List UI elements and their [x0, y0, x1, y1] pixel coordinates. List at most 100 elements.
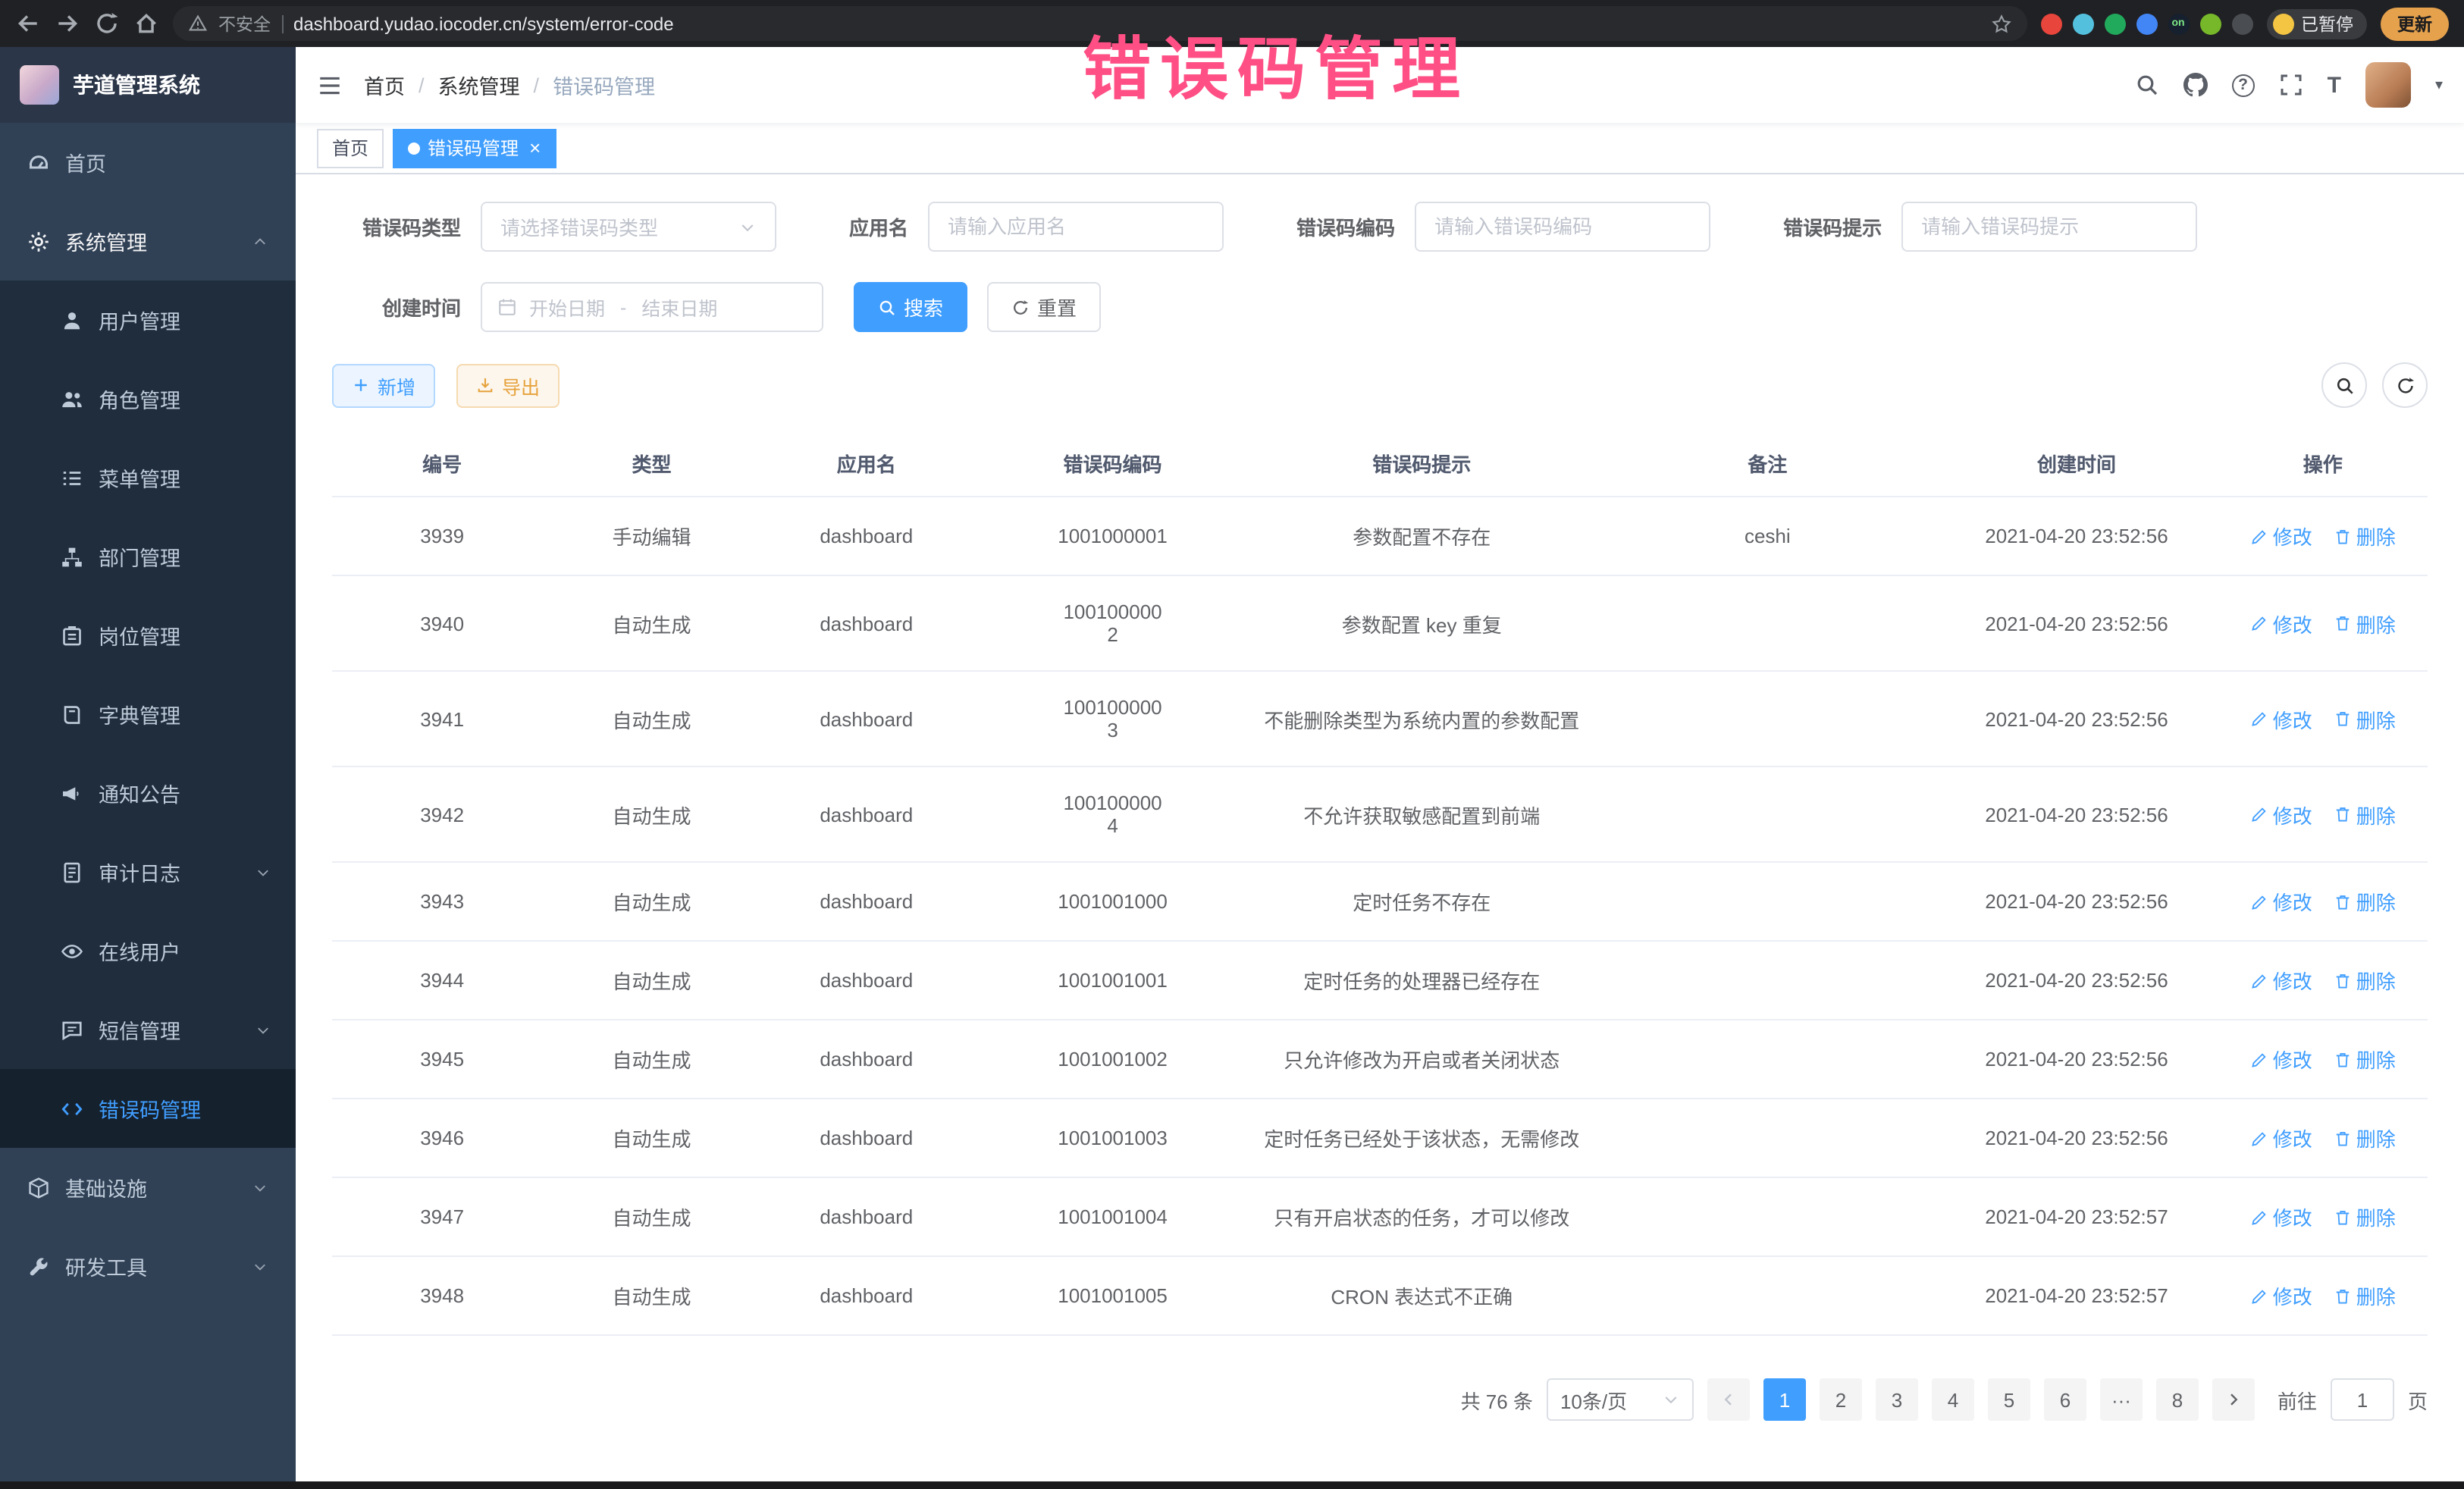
edit-link[interactable]: 修改	[2250, 704, 2312, 733]
delete-link[interactable]: 删除	[2334, 1281, 2396, 1310]
delete-link[interactable]: 删除	[2334, 1202, 2396, 1231]
logo-avatar	[20, 65, 59, 105]
sidebar-item[interactable]: 错误码管理	[0, 1069, 296, 1148]
sidebar-item[interactable]: 部门管理	[0, 517, 296, 596]
overlay-title: 错误码管理	[1083, 14, 1469, 112]
error-hint-input[interactable]	[1901, 202, 2197, 252]
edit-link[interactable]: 修改	[2250, 1045, 2312, 1074]
delete-link[interactable]: 删除	[2334, 887, 2396, 916]
reset-button[interactable]: 重置	[987, 282, 1101, 332]
search-button[interactable]: 搜索	[854, 282, 967, 332]
delete-link[interactable]: 删除	[2334, 609, 2396, 638]
breadcrumb-item[interactable]: 系统管理	[438, 70, 520, 100]
profile-chip[interactable]: 已暂停	[2266, 8, 2367, 39]
delete-link[interactable]: 删除	[2334, 522, 2396, 550]
tab-close-icon[interactable]: ×	[529, 138, 541, 158]
sidebar-item[interactable]: 基础设施	[0, 1148, 296, 1227]
extension-dark-on-icon[interactable]: on	[2168, 13, 2189, 34]
sidebar-item[interactable]: 菜单管理	[0, 438, 296, 517]
goto-page-input[interactable]	[2331, 1378, 2394, 1421]
sidebar-item[interactable]: 字典管理	[0, 675, 296, 754]
sidebar-item[interactable]: 在线用户	[0, 911, 296, 990]
edit-link[interactable]: 修改	[2250, 887, 2312, 916]
pager-page-button[interactable]: 4	[1932, 1378, 1974, 1421]
delete-label: 删除	[2356, 887, 2396, 916]
app-name-input[interactable]	[928, 202, 1224, 252]
search-icon[interactable]	[2135, 73, 2159, 97]
sidebar-item[interactable]: 系统管理	[0, 202, 296, 281]
sidebar-item[interactable]: 研发工具	[0, 1227, 296, 1306]
pager-prev-button[interactable]	[1707, 1378, 1750, 1421]
cell-hint: 定时任务的处理器已经存在	[1243, 941, 1600, 1020]
browser-update-button[interactable]: 更新	[2381, 7, 2449, 40]
delete-link[interactable]: 删除	[2334, 966, 2396, 995]
screen: 不安全 dashboard.yudao.iocoder.cn/system/er…	[0, 0, 2464, 1489]
delete-link[interactable]: 删除	[2334, 1045, 2396, 1074]
sidebar-item[interactable]: 短信管理	[0, 990, 296, 1069]
sidebar-item[interactable]: 首页	[0, 123, 296, 202]
refresh-table-button[interactable]	[2382, 362, 2428, 408]
extension-teal-icon[interactable]	[2072, 13, 2093, 34]
export-button-label: 导出	[502, 371, 540, 400]
sidebar-item[interactable]: 岗位管理	[0, 596, 296, 675]
user-avatar[interactable]	[2365, 62, 2411, 108]
pager-page-button[interactable]: 6	[2044, 1378, 2086, 1421]
tab-item[interactable]: 错误码管理×	[393, 128, 556, 168]
pager-page-button[interactable]: 8	[2156, 1378, 2199, 1421]
edit-link[interactable]: 修改	[2250, 1281, 2312, 1310]
github-icon[interactable]	[2183, 73, 2208, 97]
sidebar-item[interactable]: 角色管理	[0, 359, 296, 438]
sidebar-item-label: 菜单管理	[99, 462, 180, 493]
filter-label-code: 错误码编码	[1296, 212, 1395, 241]
pager-page-button[interactable]: 2	[1820, 1378, 1862, 1421]
home-icon[interactable]	[133, 11, 159, 36]
warning-icon	[188, 14, 208, 33]
error-code-input[interactable]	[1415, 202, 1710, 252]
edit-link[interactable]: 修改	[2250, 800, 2312, 829]
extension-red-icon[interactable]	[2040, 13, 2061, 34]
pager-next-button[interactable]	[2212, 1378, 2255, 1421]
sidebar-item[interactable]: 用户管理	[0, 281, 296, 359]
help-icon[interactable]: ?	[2232, 74, 2255, 96]
delete-link[interactable]: 删除	[2334, 704, 2396, 733]
breadcrumb-item[interactable]: 首页	[364, 70, 405, 100]
sidebar-item[interactable]: 通知公告	[0, 754, 296, 832]
error-type-select[interactable]: 请选择错误码类型	[481, 202, 776, 252]
delete-link[interactable]: 删除	[2334, 1124, 2396, 1152]
edit-link[interactable]: 修改	[2250, 1124, 2312, 1152]
sidebar-item[interactable]: 审计日志	[0, 832, 296, 911]
pager-page-button[interactable]: 5	[1988, 1378, 2030, 1421]
font-size-icon[interactable]: T	[2328, 73, 2341, 97]
caret-down-icon[interactable]: ▾	[2435, 77, 2443, 93]
cell-code: 100100000 4	[982, 766, 1244, 862]
edit-link[interactable]: 修改	[2250, 522, 2312, 550]
pager-page-button[interactable]: 3	[1876, 1378, 1918, 1421]
megaphone-icon	[61, 782, 83, 804]
date-range-picker[interactable]: 开始日期 - 结束日期	[481, 282, 823, 332]
logo[interactable]: 芋道管理系统	[0, 47, 296, 123]
edit-link[interactable]: 修改	[2250, 966, 2312, 995]
pager-more-button[interactable]: ···	[2100, 1378, 2143, 1421]
add-button-label: 新增	[378, 371, 415, 400]
forward-icon[interactable]	[55, 11, 80, 36]
cell-id: 3944	[332, 941, 552, 1020]
extension-puzzle-icon[interactable]	[2231, 13, 2252, 34]
star-icon[interactable]	[1990, 13, 2011, 34]
page-size-select[interactable]: 10条/页	[1547, 1378, 1694, 1421]
delete-link[interactable]: 删除	[2334, 800, 2396, 829]
pager-page-button[interactable]: 1	[1763, 1378, 1806, 1421]
extension-green-icon[interactable]	[2104, 13, 2125, 34]
tab-item[interactable]: 首页	[317, 128, 384, 168]
hamburger-icon[interactable]	[317, 72, 343, 98]
extension-leaf-icon[interactable]	[2199, 13, 2221, 34]
edit-link[interactable]: 修改	[2250, 1202, 2312, 1231]
add-button[interactable]: 新增	[332, 363, 435, 407]
export-button[interactable]: 导出	[456, 363, 560, 407]
back-icon[interactable]	[15, 11, 41, 36]
extension-blue-grid-icon[interactable]	[2136, 13, 2157, 34]
edit-link[interactable]: 修改	[2250, 609, 2312, 638]
fullscreen-icon[interactable]	[2279, 73, 2303, 97]
toggle-search-button[interactable]	[2321, 362, 2367, 408]
toolbar: 新增 导出	[332, 362, 2428, 408]
reload-icon[interactable]	[94, 11, 120, 36]
